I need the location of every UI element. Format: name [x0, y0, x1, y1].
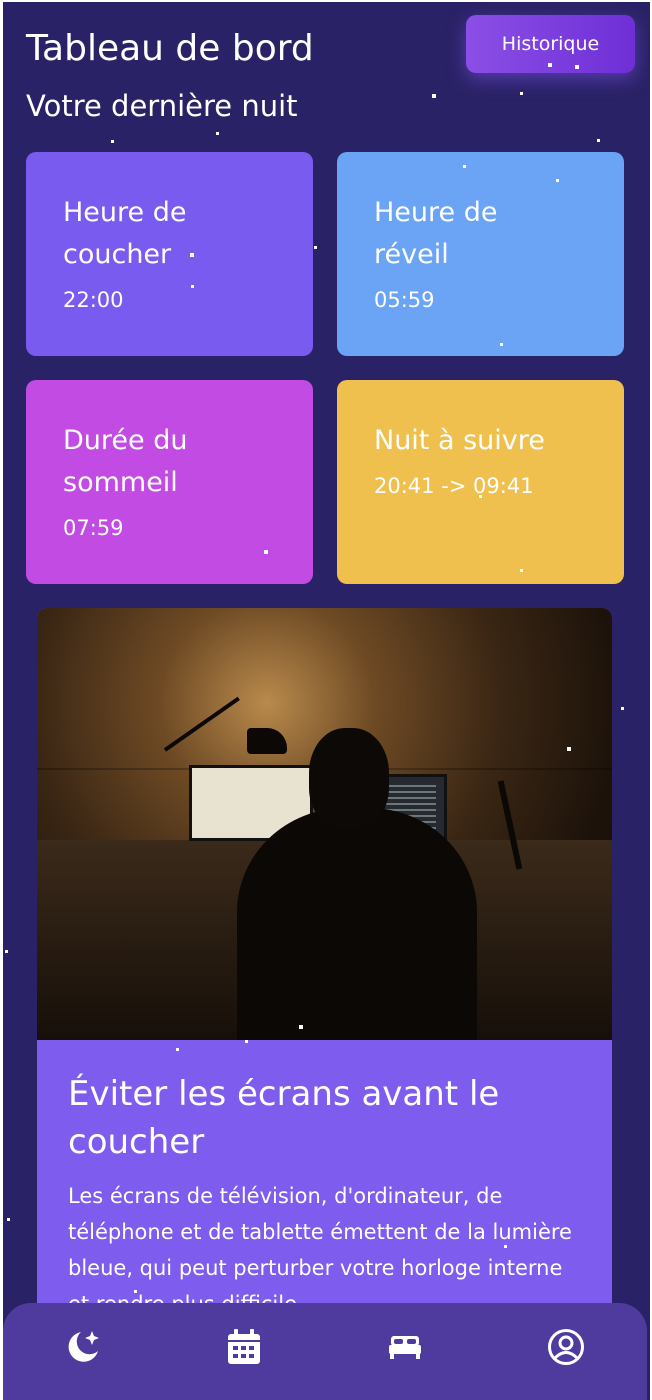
card-wake-time-value: 05:59 [374, 288, 435, 312]
nav-calendar[interactable] [224, 1329, 264, 1369]
card-sleep-duration: Durée du sommeil 07:59 [26, 380, 313, 584]
tip-card: Éviter les écrans avant le coucher Les é… [37, 608, 612, 1388]
card-sleep-duration-title: Durée du sommeil [63, 425, 188, 498]
bed-icon [389, 1334, 421, 1364]
bottom-nav [3, 1303, 647, 1400]
card-bedtime: Heure de coucher 22:00 [26, 152, 313, 356]
tip-title: Éviter les écrans avant le coucher [68, 1074, 500, 1162]
card-next-night: Nuit à suivre 20:41 -> 09:41 [337, 380, 624, 584]
nav-bed[interactable] [385, 1329, 425, 1369]
card-wake-time: Heure de réveil 05:59 [337, 152, 624, 356]
nav-sleep[interactable] [63, 1329, 103, 1369]
card-sleep-duration-value: 07:59 [63, 516, 124, 540]
tip-photo [37, 608, 612, 1040]
card-next-night-title: Nuit à suivre [374, 425, 545, 456]
nav-profile[interactable] [546, 1329, 586, 1369]
calendar-icon [227, 1329, 261, 1369]
user-circle-icon [547, 1328, 585, 1370]
page-title: Tableau de bord [26, 28, 314, 69]
card-next-night-value: 20:41 -> 09:41 [374, 474, 534, 498]
card-wake-time-title: Heure de réveil [374, 197, 498, 270]
page-subtitle: Votre dernière nuit [26, 89, 298, 123]
moon-star-icon [64, 1328, 102, 1370]
card-bedtime-value: 22:00 [63, 288, 124, 312]
window-frame-left [0, 0, 3, 1400]
window-frame-top [0, 0, 652, 2]
tip-body: Les écrans de télévision, d'ordinateur, … [68, 1184, 572, 1316]
card-bedtime-title: Heure de coucher [63, 197, 187, 270]
